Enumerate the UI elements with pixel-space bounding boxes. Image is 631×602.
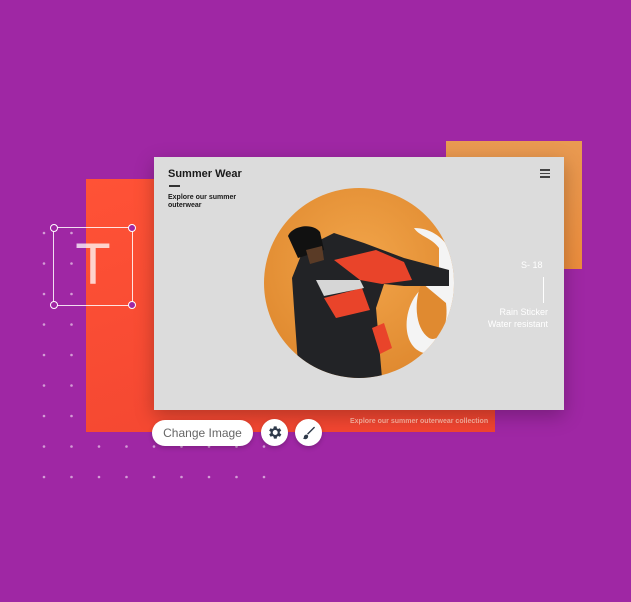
grid-dot: [42, 292, 46, 296]
design-card[interactable]: Summer Wear Explore our summer outerwear…: [154, 157, 564, 410]
text-tool-glyph: T: [75, 232, 111, 297]
grid-dot: [70, 384, 73, 387]
title-underline: [169, 185, 180, 187]
resize-handle-top-left[interactable]: [50, 224, 58, 232]
grid-dot: [42, 323, 46, 326]
settings-button[interactable]: [261, 419, 288, 446]
grid-dot: [262, 475, 266, 479]
resize-handle-bottom-left[interactable]: [50, 301, 58, 309]
grid-dot: [42, 475, 46, 479]
grid-dot: [97, 475, 101, 479]
grid-dot: [70, 323, 73, 326]
model-photo[interactable]: [264, 188, 454, 378]
hamburger-icon[interactable]: [540, 169, 550, 178]
text-element-selection[interactable]: T: [50, 224, 136, 309]
size-label: S- 18: [521, 260, 543, 270]
grid-dot: [262, 445, 266, 448]
grid-dot: [152, 475, 156, 479]
grid-dot: [70, 475, 73, 479]
card-subtitle: Explore our summer outerwear: [168, 194, 237, 209]
edit-style-button[interactable]: [295, 419, 322, 446]
gear-icon: [269, 426, 282, 439]
resize-handle-bottom-right[interactable]: [128, 301, 136, 309]
feature-water-resistant: Water resistant: [487, 319, 548, 329]
grid-dot: [152, 445, 156, 448]
divider-line: [543, 277, 544, 303]
brush-icon: [302, 426, 315, 440]
grid-dot: [42, 262, 46, 265]
resize-handle-top-right[interactable]: [128, 224, 136, 232]
grid-dot: [207, 475, 211, 479]
feature-rain-sticker: Rain Sticker: [499, 307, 548, 317]
grid-dot: [180, 475, 183, 479]
grid-dot: [42, 353, 46, 357]
grid-dot: [42, 445, 46, 448]
card-title: Summer Wear: [168, 168, 242, 180]
grid-dot: [125, 445, 128, 448]
grid-dot: [42, 414, 46, 418]
grid-dot: [70, 414, 73, 418]
grid-dot: [97, 445, 101, 448]
grid-dot: [235, 475, 238, 479]
grid-dot: [42, 231, 46, 235]
grid-dot: [42, 384, 46, 387]
grid-dot: [125, 475, 128, 479]
red-panel-caption: Explore our summer outerwear collection: [350, 418, 489, 425]
grid-dot: [70, 445, 73, 448]
change-image-button[interactable]: Change Image: [152, 420, 253, 446]
grid-dot: [70, 353, 73, 357]
